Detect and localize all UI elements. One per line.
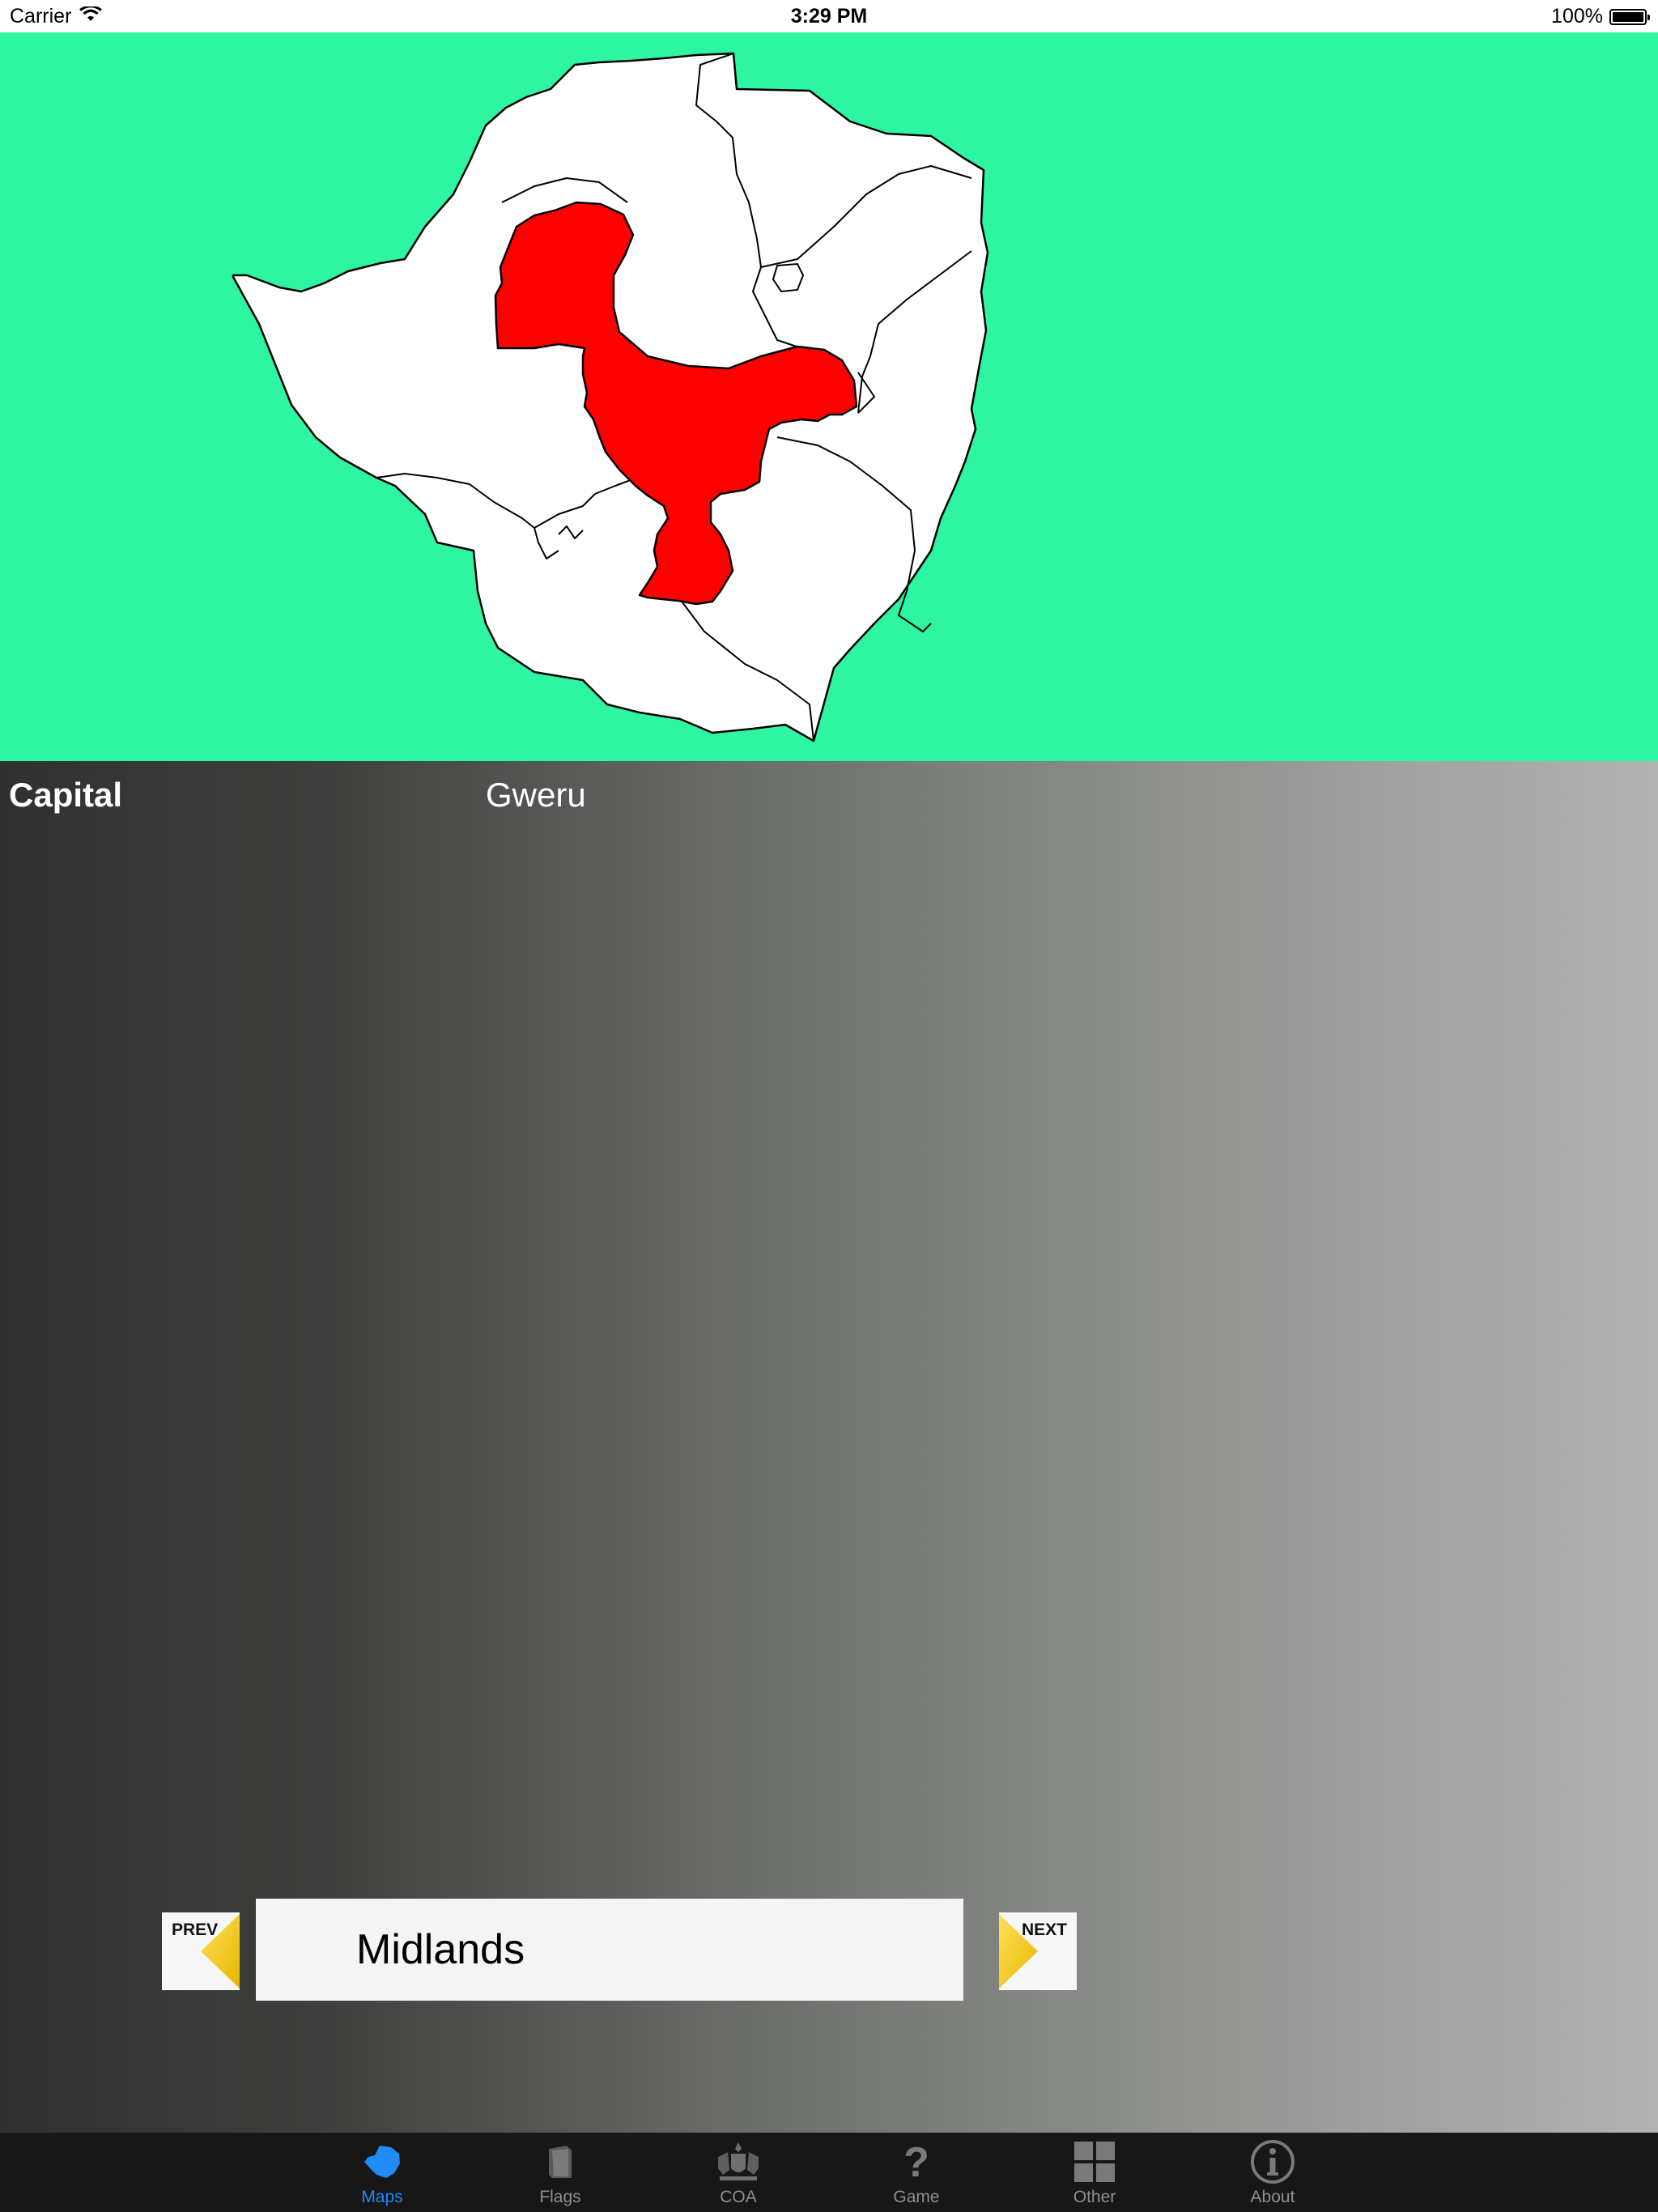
app-screen: Carrier 3:29 PM 100% Capital Gweru PREV … [0, 0, 1658, 2212]
info-icon [1248, 2139, 1297, 2184]
tab-bar: Maps Flags COA ? Game Other About [0, 2133, 1658, 2212]
prev-button[interactable]: PREV [162, 1912, 240, 1990]
question-icon: ? [892, 2139, 941, 2184]
tab-label: About [1250, 2188, 1295, 2206]
tab-label: Other [1073, 2188, 1116, 2206]
region-name-display: Midlands [256, 1899, 963, 2001]
capital-value: Gweru [486, 776, 586, 814]
next-label: NEXT [1022, 1921, 1068, 1939]
battery-percent: 100% [1551, 5, 1603, 28]
battery-icon [1609, 8, 1650, 25]
tab-other[interactable]: Other [1022, 2133, 1167, 2212]
tab-flags[interactable]: Flags [487, 2133, 633, 2212]
status-battery-group: 100% [1551, 5, 1650, 28]
next-button[interactable]: NEXT [999, 1912, 1077, 1990]
tab-about[interactable]: About [1200, 2133, 1346, 2212]
map-area [0, 32, 1658, 761]
country-map[interactable] [0, 32, 1658, 761]
map-icon [358, 2139, 406, 2184]
harare-enclave[interactable] [772, 262, 805, 293]
grid-icon [1070, 2139, 1119, 2184]
tab-maps[interactable]: Maps [309, 2133, 455, 2212]
tab-label: Game [893, 2188, 940, 2206]
prev-label: PREV [172, 1921, 219, 1939]
region-name: Midlands [356, 1926, 525, 1973]
flag-icon [536, 2139, 585, 2184]
tab-game[interactable]: ? Game [844, 2133, 989, 2212]
tab-label: Flags [539, 2188, 581, 2206]
tab-label: COA [720, 2188, 757, 2206]
capital-label: Capital [9, 776, 123, 814]
tab-coa[interactable]: COA [665, 2133, 811, 2212]
status-time: 3:29 PM [790, 5, 868, 28]
coat-of-arms-icon [714, 2139, 763, 2184]
tab-label: Maps [361, 2188, 403, 2206]
status-bar: Carrier 3:29 PM 100% [0, 0, 1658, 32]
svg-text:?: ? [903, 2141, 929, 2183]
